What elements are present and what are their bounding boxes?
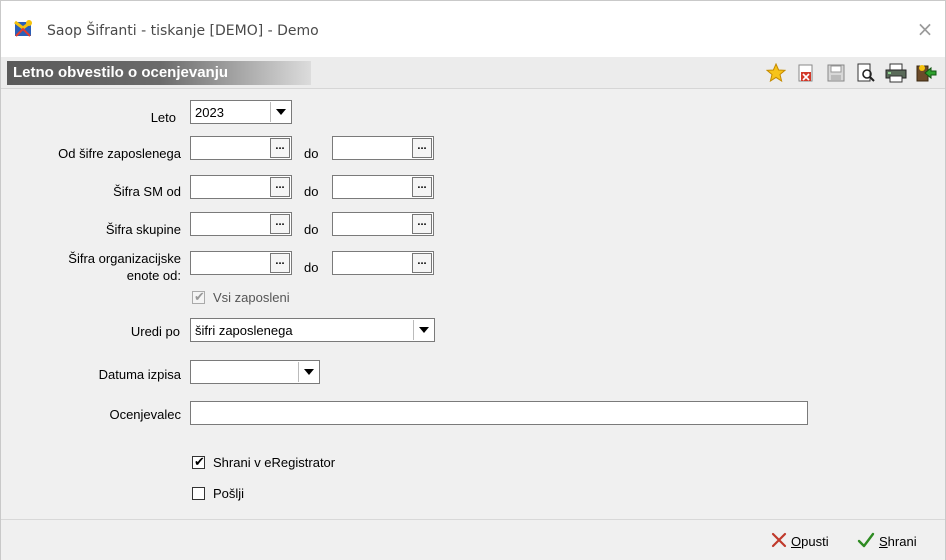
- browse-button[interactable]: ...: [412, 214, 432, 234]
- leto-dropdown-icon[interactable]: [270, 102, 290, 122]
- do-label: do: [304, 184, 319, 199]
- checkmark-icon: [857, 532, 875, 551]
- save-button[interactable]: Shrani: [857, 532, 917, 551]
- page-title: Letno obvestilo o ocenjevanju: [7, 61, 311, 85]
- star-icon[interactable]: [765, 62, 787, 84]
- sifra-org-label-line1: Šifra organizacijske: [68, 251, 181, 266]
- od-sifre-zaposlenega-from-field[interactable]: ...: [190, 136, 292, 160]
- toolbar: [765, 61, 937, 85]
- do-label: do: [304, 146, 319, 161]
- browse-button[interactable]: ...: [412, 138, 432, 158]
- exit-icon[interactable]: [915, 62, 937, 84]
- sifra-skupine-label: Šifra skupine: [105, 222, 181, 237]
- print-icon[interactable]: [885, 62, 907, 84]
- sifra-org-from-field[interactable]: ...: [190, 251, 292, 275]
- leto-select[interactable]: 2023: [190, 100, 292, 124]
- vsi-zaposleni-checkbox[interactable]: ✔: [192, 289, 205, 304]
- uredi-po-select[interactable]: šifri zaposlenega: [190, 318, 435, 342]
- do-label: do: [304, 260, 319, 275]
- sifra-org-label-line2: enote od:: [126, 268, 181, 283]
- browse-button[interactable]: ...: [270, 214, 290, 234]
- save-icon[interactable]: [825, 62, 847, 84]
- cancel-button[interactable]: Opusti: [771, 532, 829, 551]
- browse-button[interactable]: ...: [412, 177, 432, 197]
- datuma-izpisa-select[interactable]: [190, 360, 320, 384]
- close-icon[interactable]: ×: [915, 19, 935, 39]
- window-title: Saop Šifranti - tiskanje [DEMO] - Demo: [47, 23, 319, 39]
- shrani-eregistrator-checkbox[interactable]: ✔: [192, 454, 205, 469]
- vsi-zaposleni-label: Vsi zaposleni: [213, 290, 290, 305]
- cancel-x-icon: [771, 532, 787, 551]
- ocenjevalec-label: Ocenjevalec: [109, 407, 181, 422]
- browse-button[interactable]: ...: [412, 253, 432, 273]
- sifra-sm-from-field[interactable]: ...: [190, 175, 292, 199]
- browse-button[interactable]: ...: [270, 138, 290, 158]
- browse-button[interactable]: ...: [270, 253, 290, 273]
- footer-bar: Opusti Shrani: [1, 519, 945, 560]
- sifra-sm-label: Šifra SM od: [113, 184, 181, 199]
- ocenjevalec-field[interactable]: [190, 401, 808, 425]
- shrani-eregistrator-label: Shrani v eRegistrator: [213, 455, 336, 470]
- poslji-label: Pošlji: [213, 486, 245, 501]
- cancel-label: Opusti: [791, 534, 829, 549]
- delete-icon[interactable]: [795, 62, 817, 84]
- dialog-window: Saop Šifranti - tiskanje [DEMO] - Demo ×…: [0, 0, 946, 560]
- app-logo-icon: [13, 19, 35, 39]
- header-strip: Letno obvestilo o ocenjevanju: [1, 57, 945, 89]
- od-sifre-zaposlenega-to-field[interactable]: ...: [332, 136, 434, 160]
- sifra-skupine-to-field[interactable]: ...: [332, 212, 434, 236]
- uredi-po-dropdown-icon[interactable]: [413, 320, 433, 340]
- datuma-izpisa-label: Datuma izpisa: [98, 367, 181, 382]
- datuma-izpisa-dropdown-icon[interactable]: [298, 362, 318, 382]
- browse-button[interactable]: ...: [270, 177, 290, 197]
- sifra-org-to-field[interactable]: ...: [332, 251, 434, 275]
- save-label: Shrani: [879, 534, 917, 549]
- leto-label: Leto: [150, 110, 176, 125]
- poslji-checkbox[interactable]: [192, 487, 205, 500]
- sifra-sm-to-field[interactable]: ...: [332, 175, 434, 199]
- do-label: do: [304, 222, 319, 237]
- uredi-po-label: Uredi po: [130, 324, 180, 339]
- od-sifre-zaposlenega-label: Od šifre zaposlenega: [58, 146, 181, 161]
- title-bar: Saop Šifranti - tiskanje [DEMO] - Demo ×: [1, 1, 945, 57]
- print-preview-icon[interactable]: [855, 62, 877, 84]
- sifra-skupine-from-field[interactable]: ...: [190, 212, 292, 236]
